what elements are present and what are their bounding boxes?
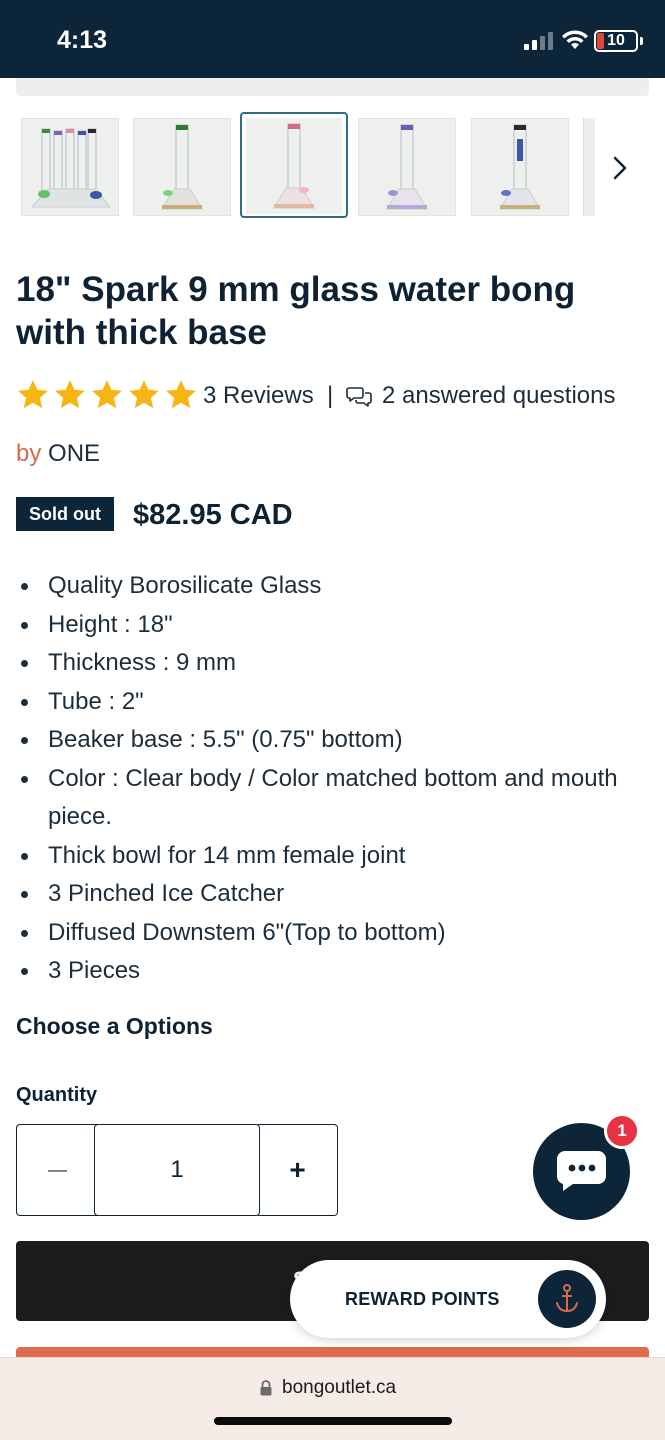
battery-icon: 10: [594, 30, 638, 52]
bong-group-image: [22, 119, 118, 215]
quantity-label: Quantity: [16, 1084, 98, 1106]
home-indicator: [214, 1417, 452, 1425]
status-bar: 4:13 10: [0, 0, 665, 78]
battery-level: 10: [607, 32, 625, 49]
reward-anchor-icon: [538, 1270, 596, 1328]
star-icon: [55, 380, 85, 409]
chat-notification-badge: 1: [604, 1113, 640, 1149]
thumbnail-strip: [16, 112, 596, 222]
bong-blue-image: [472, 119, 568, 215]
main-product-image[interactable]: [16, 78, 649, 96]
separator: |: [327, 382, 334, 409]
battery-tip: [640, 37, 643, 45]
chat-bubbles-icon: [346, 387, 372, 407]
lock-icon: [260, 1380, 272, 1396]
cellular-signal-icon: [524, 32, 553, 50]
thumbnail-3[interactable]: [240, 112, 348, 218]
bong-purple-image: [359, 119, 455, 215]
reward-points-button[interactable]: REWARD POINTS: [290, 1260, 606, 1338]
list-item: Quality Borosilicate Glass: [16, 567, 656, 606]
vendor-line: by ONE: [16, 440, 100, 468]
bong-green-image: [134, 119, 230, 215]
reward-points-label: REWARD POINTS: [345, 1289, 500, 1309]
chat-icon: [556, 1151, 606, 1191]
list-item: Diffused Downstem 6"(Top to bottom): [16, 914, 656, 953]
list-item: 3 Pinched Ice Catcher: [16, 875, 656, 914]
product-price: $82.95 CAD: [133, 499, 293, 531]
url-text[interactable]: bongoutlet.ca: [282, 1377, 396, 1399]
quantity-decrease-button[interactable]: [16, 1124, 98, 1216]
list-item: Height : 18": [16, 606, 656, 645]
thumbnail-4[interactable]: [358, 118, 456, 216]
minus-icon: [48, 1170, 67, 1172]
wifi-icon: [562, 30, 588, 49]
status-time: 4:13: [57, 26, 108, 54]
vendor-prefix: by: [16, 440, 42, 467]
star-icon: [166, 380, 196, 409]
answered-questions-link[interactable]: 2 answered questions: [382, 382, 615, 410]
vendor-link[interactable]: ONE: [48, 440, 100, 467]
thumbnail-2[interactable]: [133, 118, 231, 216]
thumbnail-1[interactable]: [21, 118, 119, 216]
list-item: Thickness : 9 mm: [16, 644, 656, 683]
product-title: 18" Spark 9 mm glass water bong with thi…: [16, 270, 576, 352]
star-icon: [129, 380, 159, 409]
chevron-right-icon[interactable]: [600, 148, 640, 188]
star-rating[interactable]: [16, 378, 201, 412]
star-icon: [18, 380, 48, 409]
list-item: 3 Pieces: [16, 952, 656, 991]
list-item: Thick bowl for 14 mm female joint: [16, 837, 656, 876]
star-icon: [92, 380, 122, 409]
quantity-input[interactable]: 1: [94, 1124, 260, 1216]
feature-list: Quality Borosilicate Glass Height : 18" …: [16, 567, 656, 991]
reviews-link[interactable]: 3 Reviews: [203, 382, 314, 410]
sold-out-badge: Sold out: [16, 497, 114, 531]
list-item: Beaker base : 5.5" (0.75" bottom): [16, 721, 656, 760]
thumbnail-5[interactable]: [471, 118, 569, 216]
rating-row: 3 Reviews | 2 answered questions: [16, 378, 656, 414]
bong-pink-image: [246, 118, 342, 214]
list-item: Tube : 2": [16, 683, 656, 722]
options-heading: Choose a Options: [16, 1013, 213, 1039]
thumbnail-6-partial[interactable]: [583, 118, 595, 216]
quantity-increase-button[interactable]: +: [258, 1124, 338, 1216]
list-item: Color : Clear body / Color matched botto…: [16, 760, 656, 837]
